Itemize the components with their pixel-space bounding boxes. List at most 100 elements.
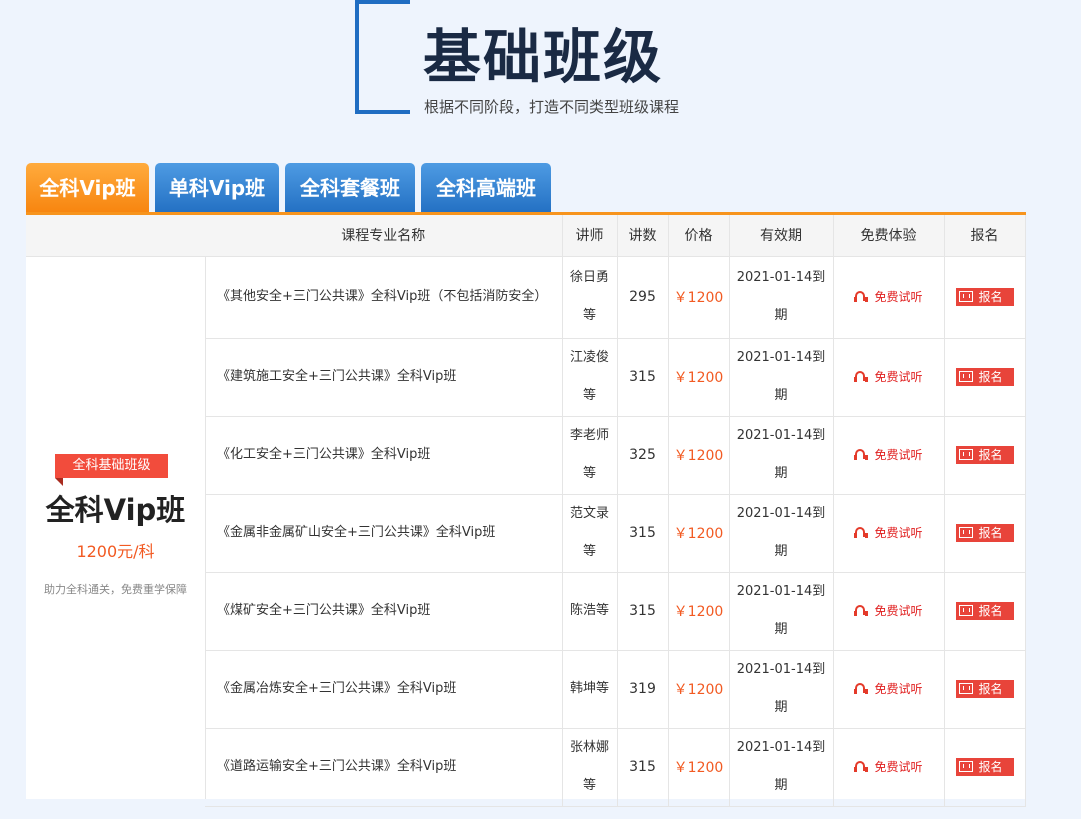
table-row: 《煤矿安全+三门公共课》全科Vip班 陈浩等 315 ￥1200 2021-01… — [205, 572, 1026, 651]
cart-icon — [958, 371, 973, 383]
course-teacher: 江凌俊等 — [562, 338, 618, 417]
cart-icon — [958, 761, 973, 773]
course-valid: 2021-01-14到期 — [729, 256, 834, 339]
course-price: ￥1200 — [668, 256, 730, 339]
table-row: 《金属冶炼安全+三门公共课》全科Vip班 韩坤等 319 ￥1200 2021-… — [205, 650, 1026, 729]
tab-full-package[interactable]: 全科套餐班 — [285, 163, 415, 213]
package-price: 1200元/科 — [76, 542, 155, 561]
free-trial-label: 免费试听 — [874, 525, 923, 540]
col-header-valid: 有效期 — [729, 215, 834, 257]
signup-label: 报名 — [978, 604, 1003, 619]
free-trial-button[interactable]: 免费试听 — [854, 524, 923, 541]
course-trial-cell: 免费试听 — [833, 416, 945, 495]
course-teacher: 韩坤等 — [562, 650, 618, 729]
course-trial-cell: 免费试听 — [833, 338, 945, 417]
course-teacher: 徐日勇等 — [562, 256, 618, 339]
package-name: 全科Vip班 — [45, 493, 186, 527]
headphones-icon — [854, 604, 869, 617]
headphones-icon — [854, 370, 869, 383]
course-trial-cell: 免费试听 — [833, 572, 945, 651]
package-badge: 全科基础班级 — [55, 454, 168, 478]
headphones-icon — [854, 448, 869, 461]
course-trial-cell: 免费试听 — [833, 650, 945, 729]
col-header-price: 价格 — [668, 215, 730, 257]
course-signup-cell: 报名 — [944, 650, 1026, 729]
table-row: 《金属非金属矿山安全+三门公共课》全科Vip班 范文录等 315 ￥1200 2… — [205, 494, 1026, 573]
course-name[interactable]: 《金属冶炼安全+三门公共课》全科Vip班 — [205, 650, 563, 729]
course-lectures: 319 — [617, 650, 669, 729]
course-teacher: 李老师等 — [562, 416, 618, 495]
headphones-icon — [854, 760, 869, 773]
signup-button[interactable]: 报名 — [955, 523, 1014, 542]
course-signup-cell: 报名 — [944, 256, 1026, 339]
free-trial-button[interactable]: 免费试听 — [854, 368, 923, 385]
tab-full-vip[interactable]: 全科Vip班 — [26, 163, 149, 213]
signup-button[interactable]: 报名 — [955, 445, 1014, 464]
course-name[interactable]: 《煤矿安全+三门公共课》全科Vip班 — [205, 572, 563, 651]
signup-label: 报名 — [978, 370, 1003, 385]
page-title: 基础班级 — [423, 23, 664, 91]
free-trial-label: 免费试听 — [874, 603, 923, 618]
table-row: 《化工安全+三门公共课》全科Vip班 李老师等 325 ￥1200 2021-0… — [205, 416, 1026, 495]
course-lectures: 315 — [617, 494, 669, 573]
course-price: ￥1200 — [668, 494, 730, 573]
signup-label: 报名 — [978, 448, 1003, 463]
package-header-cell — [26, 215, 205, 257]
signup-label: 报名 — [978, 290, 1003, 305]
page-subtitle: 根据不同阶段，打造不同类型班级课程 — [424, 98, 680, 116]
signup-button[interactable]: 报名 — [955, 601, 1014, 620]
signup-label: 报名 — [978, 760, 1003, 775]
headphones-icon — [854, 682, 869, 695]
course-price: ￥1200 — [668, 728, 730, 807]
course-teacher: 范文录等 — [562, 494, 618, 573]
free-trial-label: 免费试听 — [874, 681, 923, 696]
cart-icon — [958, 291, 973, 303]
signup-button[interactable]: 报名 — [955, 679, 1014, 698]
tab-full-premium[interactable]: 全科高端班 — [421, 163, 551, 213]
signup-button[interactable]: 报名 — [955, 367, 1014, 386]
table-row: 《其他安全+三门公共课》全科Vip班（不包括消防安全） 徐日勇等 295 ￥12… — [205, 256, 1026, 339]
cart-icon — [958, 605, 973, 617]
course-name[interactable]: 《其他安全+三门公共课》全科Vip班（不包括消防安全） — [205, 256, 563, 339]
col-header-teacher: 讲师 — [562, 215, 618, 257]
course-signup-cell: 报名 — [944, 338, 1026, 417]
course-name[interactable]: 《化工安全+三门公共课》全科Vip班 — [205, 416, 563, 495]
table-row: 《道路运输安全+三门公共课》全科Vip班 张林娜等 315 ￥1200 2021… — [205, 728, 1026, 807]
free-trial-button[interactable]: 免费试听 — [854, 288, 923, 305]
course-trial-cell: 免费试听 — [833, 494, 945, 573]
col-header-lectures: 讲数 — [617, 215, 669, 257]
badge-ribbon-tail — [55, 478, 63, 486]
headphones-icon — [854, 290, 869, 303]
course-lectures: 325 — [617, 416, 669, 495]
col-header-name: 课程专业名称 — [205, 215, 563, 257]
tab-single-vip[interactable]: 单科Vip班 — [155, 163, 279, 213]
course-valid: 2021-01-14到期 — [729, 650, 834, 729]
cart-icon — [958, 683, 973, 695]
free-trial-label: 免费试听 — [874, 369, 923, 384]
free-trial-button[interactable]: 免费试听 — [854, 602, 923, 619]
course-lectures: 295 — [617, 256, 669, 339]
course-price: ￥1200 — [668, 572, 730, 651]
course-name[interactable]: 《道路运输安全+三门公共课》全科Vip班 — [205, 728, 563, 807]
course-valid: 2021-01-14到期 — [729, 338, 834, 417]
course-lectures: 315 — [617, 572, 669, 651]
course-price: ￥1200 — [668, 338, 730, 417]
course-name[interactable]: 《建筑施工安全+三门公共课》全科Vip班 — [205, 338, 563, 417]
course-table-panel: 全科基础班级 全科Vip班 1200元/科 助力全科通关，免费重学保障 课程专业… — [26, 215, 1026, 807]
course-valid: 2021-01-14到期 — [729, 494, 834, 573]
free-trial-button[interactable]: 免费试听 — [854, 758, 923, 775]
free-trial-label: 免费试听 — [874, 447, 923, 462]
signup-button[interactable]: 报名 — [955, 287, 1014, 306]
course-teacher: 陈浩等 — [562, 572, 618, 651]
signup-button[interactable]: 报名 — [955, 757, 1014, 776]
free-trial-label: 免费试听 — [874, 759, 923, 774]
course-valid: 2021-01-14到期 — [729, 728, 834, 807]
course-name[interactable]: 《金属非金属矿山安全+三门公共课》全科Vip班 — [205, 494, 563, 573]
free-trial-button[interactable]: 免费试听 — [854, 446, 923, 463]
package-note: 助力全科通关，免费重学保障 — [44, 583, 187, 596]
table-row: 《建筑施工安全+三门公共课》全科Vip班 江凌俊等 315 ￥1200 2021… — [205, 338, 1026, 417]
cart-icon — [958, 449, 973, 461]
free-trial-button[interactable]: 免费试听 — [854, 680, 923, 697]
course-valid: 2021-01-14到期 — [729, 416, 834, 495]
package-summary: 全科基础班级 全科Vip班 1200元/科 助力全科通关，免费重学保障 — [26, 215, 206, 799]
